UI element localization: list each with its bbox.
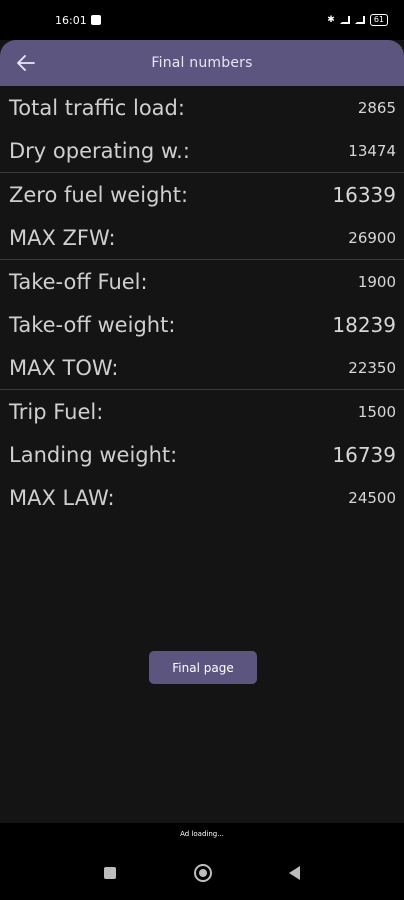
status-left: 16:01 — [55, 14, 101, 27]
row-dry-operating-weight: Dry operating w.: 13474 — [0, 129, 404, 172]
home-icon[interactable] — [193, 863, 212, 882]
row-value: 24500 — [348, 488, 396, 507]
row-label: MAX TOW: — [9, 355, 119, 380]
system-nav-bar — [0, 845, 404, 900]
row-label: Landing weight: — [9, 442, 178, 467]
bluetooth-icon: ✱ — [327, 15, 335, 25]
battery-icon: 61 — [369, 14, 388, 26]
final-page-button[interactable]: Final page — [149, 651, 257, 684]
row-value: 13474 — [348, 141, 396, 160]
recents-icon[interactable] — [104, 866, 116, 879]
row-label: Take-off Fuel: — [9, 269, 148, 294]
row-value: 18239 — [332, 312, 396, 337]
row-value: 22350 — [348, 358, 396, 377]
row-label: MAX ZFW: — [9, 225, 116, 250]
ad-banner[interactable]: Ad loading... — [0, 823, 404, 845]
row-value: 2865 — [357, 98, 396, 117]
row-label: Dry operating w.: — [9, 138, 190, 163]
row-label: Total traffic load: — [9, 95, 185, 120]
signal-icon — [339, 16, 350, 24]
row-take-off-fuel: Take-off Fuel: 1900 — [0, 260, 404, 303]
row-max-law: MAX LAW: 24500 — [0, 476, 404, 519]
row-value: 26900 — [348, 228, 396, 247]
wifi-icon — [354, 16, 365, 24]
status-time: 16:01 — [55, 13, 87, 27]
row-trip-fuel: Trip Fuel: 1500 — [0, 390, 404, 433]
ad-loading-text: Ad loading... — [180, 830, 224, 838]
row-value: 16339 — [332, 182, 396, 207]
row-total-traffic-load: Total traffic load: 2865 — [0, 86, 404, 129]
row-label: Trip Fuel: — [9, 399, 104, 424]
back-nav-icon[interactable] — [289, 865, 300, 880]
row-value: 16739 — [332, 442, 396, 467]
notification-icon — [90, 15, 101, 25]
row-label: MAX LAW: — [9, 485, 115, 510]
row-value: 1500 — [357, 402, 396, 421]
numbers-list: Total traffic load: 2865 Dry operating w… — [0, 86, 404, 519]
row-max-tow: MAX TOW: 22350 — [0, 346, 404, 389]
row-landing-weight: Landing weight: 16739 — [0, 433, 404, 476]
row-max-zfw: MAX ZFW: 26900 — [0, 216, 404, 259]
row-label: Take-off weight: — [9, 312, 176, 337]
page-title: Final numbers — [151, 55, 253, 71]
row-label: Zero fuel weight: — [9, 182, 189, 207]
battery-level: 61 — [373, 15, 384, 24]
row-value: 1900 — [357, 272, 396, 291]
row-zero-fuel-weight: Zero fuel weight: 16339 — [0, 173, 404, 216]
status-bar: 16:01 ✱ 61 — [0, 0, 404, 40]
status-right: ✱ 61 — [327, 14, 388, 26]
app-bar: Final numbers — [0, 40, 404, 86]
row-take-off-weight: Take-off weight: 18239 — [0, 303, 404, 346]
